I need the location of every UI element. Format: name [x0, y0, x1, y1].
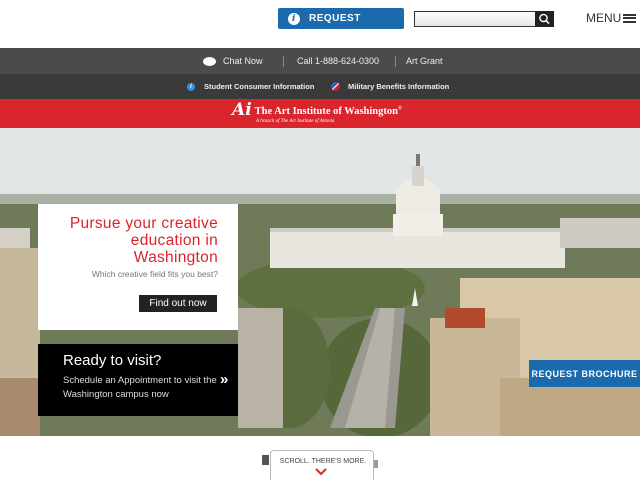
divider	[395, 56, 396, 67]
hero-banner: Pursue your creative education in Washin…	[0, 128, 640, 436]
logo-mark: Ai	[232, 100, 252, 120]
brand-logo-link[interactable]: Ai The Art Institute of Washington®	[232, 102, 402, 119]
decorative-mark	[262, 455, 269, 465]
find-out-now-button[interactable]: Find out now	[139, 295, 217, 312]
info-bar: i Student Consumer Information Military …	[0, 74, 640, 99]
menu-label: MENU	[586, 11, 622, 25]
chat-label: Chat Now	[223, 56, 263, 66]
chat-bubble-icon	[203, 56, 216, 66]
promo-card: Pursue your creative education in Washin…	[38, 204, 238, 330]
promo-title: Pursue your creative education in Washin…	[69, 215, 218, 266]
visit-card[interactable]: Ready to visit? Schedule an Appointment …	[38, 344, 238, 416]
art-grant-link[interactable]: Art Grant	[406, 48, 443, 74]
consumer-label: Student Consumer Information	[204, 82, 315, 91]
military-benefits-link[interactable]: Military Benefits Information	[331, 74, 449, 99]
search-input[interactable]	[414, 11, 539, 27]
info-icon: i	[288, 12, 300, 25]
info-dot-icon: i	[187, 82, 195, 91]
art-grant-label: Art Grant	[406, 56, 443, 66]
promo-subtitle: Which creative field fits you best?	[91, 269, 218, 279]
brand-subtitle: A branch of The Art Institute of Atlanta	[256, 119, 335, 124]
scroll-label: SCROLL. THERE'S MORE.	[279, 458, 367, 465]
search-button[interactable]	[535, 11, 554, 27]
request-label: REQUEST	[309, 13, 361, 24]
search-icon	[539, 13, 550, 25]
flag-icon	[331, 82, 340, 91]
scroll-indicator[interactable]: SCROLL. THERE'S MORE.	[270, 450, 374, 480]
divider	[283, 56, 284, 67]
brand-bar: Ai The Art Institute of Washington® A br…	[0, 99, 640, 128]
visit-text: Schedule an Appointment to visit the Was…	[63, 375, 217, 400]
visit-title: Ready to visit?	[63, 352, 162, 369]
search-box	[414, 11, 554, 27]
utility-bar: Chat Now Call 1-888-624-0300 Art Grant	[0, 48, 640, 74]
top-header: i REQUEST MENU	[0, 0, 640, 48]
menu-button[interactable]: MENU	[586, 11, 637, 25]
hamburger-icon	[623, 13, 637, 23]
double-chevron-icon: »	[220, 371, 229, 388]
brand-title: The Art Institute of Washington®	[254, 106, 402, 117]
phone-label: Call 1-888-624-0300	[297, 56, 380, 66]
student-consumer-link[interactable]: i Student Consumer Information	[187, 74, 314, 99]
chat-now-link[interactable]: Chat Now	[203, 48, 263, 74]
request-info-button[interactable]: i REQUEST	[278, 8, 404, 29]
military-label: Military Benefits Information	[348, 82, 450, 91]
request-brochure-button[interactable]: REQUEST BROCHURE	[529, 360, 640, 387]
phone-link[interactable]: Call 1-888-624-0300	[297, 48, 379, 74]
chevron-down-icon	[315, 468, 327, 476]
